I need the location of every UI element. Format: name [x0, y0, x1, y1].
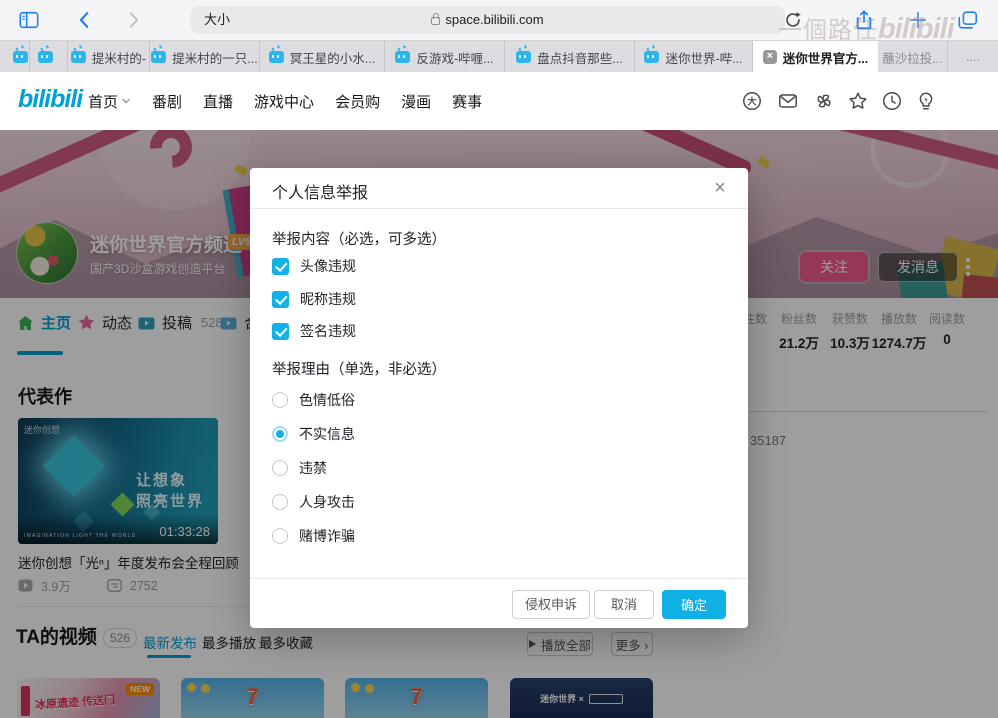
radio-icon[interactable]	[272, 494, 288, 510]
browser-tab-active[interactable]: × 迷你世界官方...	[753, 41, 878, 73]
nav-link-vip-shop[interactable]: 会员购	[335, 91, 380, 112]
browser-tab[interactable]: 反游戏-哔喱...	[385, 41, 505, 73]
report-content-label: 举报内容（必选，可多选）	[272, 232, 446, 248]
browser-tab[interactable]: 冥王星的小水...	[260, 41, 385, 73]
history-clock-icon[interactable]	[881, 90, 903, 112]
nav-link-home[interactable]: 首页	[88, 91, 131, 112]
bilibili-favicon-icon	[13, 51, 28, 63]
bilibili-logo[interactable]: bilibili	[18, 85, 83, 114]
dynamics-pinwheel-icon[interactable]	[813, 90, 835, 112]
bilibili-favicon-icon	[644, 51, 660, 63]
bilibili-favicon-icon	[70, 51, 86, 63]
checkbox-avatar-violation[interactable]: 头像违规	[272, 256, 356, 276]
nav-link-game-center[interactable]: 游戏中心	[254, 91, 314, 112]
radio-selected-icon[interactable]	[272, 426, 288, 442]
sidebar-icon[interactable]	[18, 9, 40, 31]
browser-toolbar: 大小 space.bilibili.com	[0, 0, 998, 40]
radio-porn-vulgar[interactable]: 色情低俗	[272, 390, 355, 410]
forward-icon[interactable]	[122, 9, 144, 31]
browser-tab[interactable]: 蘸沙拉投...	[878, 41, 948, 73]
checkbox-checked-icon[interactable]	[272, 290, 289, 308]
bilibili-favicon-icon	[395, 51, 411, 63]
modal-footer-divider	[250, 578, 748, 579]
reload-icon[interactable]	[782, 9, 804, 31]
url-bar[interactable]: 大小 space.bilibili.com	[190, 6, 785, 34]
favorites-star-icon[interactable]	[847, 90, 869, 112]
browser-tab[interactable]: 盘点抖音那些...	[505, 41, 635, 73]
radio-prohibited[interactable]: 违禁	[272, 458, 327, 478]
url-text: space.bilibili.com	[190, 12, 785, 28]
nav-link-manga[interactable]: 漫画	[401, 91, 431, 112]
radio-false-information[interactable]: 不实信息	[272, 424, 355, 444]
close-tab-icon[interactable]: ×	[762, 50, 777, 64]
browser-tab-partial[interactable]	[0, 41, 30, 73]
lock-icon	[431, 13, 441, 25]
browser-tab[interactable]: 提米村的一只...	[150, 41, 260, 73]
bilibili-favicon-icon	[268, 51, 284, 63]
nav-link-bangumi[interactable]: 番剧	[152, 91, 182, 112]
radio-icon[interactable]	[272, 460, 288, 476]
nav-link-live[interactable]: 直播	[203, 91, 233, 112]
navbar-links: 首页 番剧 直播 游戏中心 会员购 漫画 赛事	[88, 72, 482, 130]
copyright-appeal-button[interactable]: 侵权申诉	[512, 590, 590, 619]
modal-header: 个人信息举报 ×	[250, 168, 748, 209]
radio-icon[interactable]	[272, 392, 288, 408]
radio-personal-attack[interactable]: 人身攻击	[272, 492, 355, 512]
browser-tab-icononly[interactable]	[30, 41, 68, 73]
chevron-down-icon	[122, 98, 130, 104]
svg-text:大: 大	[747, 96, 757, 107]
confirm-button[interactable]: 确定	[662, 590, 726, 619]
radio-icon[interactable]	[272, 528, 288, 544]
modal-title: 个人信息举报	[272, 185, 369, 202]
close-icon[interactable]: ×	[708, 176, 732, 200]
report-reason-label: 举报理由（单选，非必选）	[272, 362, 446, 378]
checkbox-checked-icon[interactable]	[272, 257, 289, 275]
radio-gambling-fraud[interactable]: 赌博诈骗	[272, 526, 355, 546]
checkbox-signature-violation[interactable]: 签名违规	[272, 321, 356, 341]
checkbox-nickname-violation[interactable]: 昵称违规	[272, 289, 356, 309]
browser-tab-strip: 提米村的- 提米村的一只... 冥王星的小水... 反游戏-哔喱... 盘点抖音…	[0, 40, 998, 73]
browser-tab[interactable]: 提米村的-	[68, 41, 150, 73]
back-icon[interactable]	[74, 9, 96, 31]
cancel-button[interactable]: 取消	[594, 590, 654, 619]
browser-tab[interactable]: 迷你世界-哔...	[635, 41, 753, 73]
new-tab-icon[interactable]	[907, 9, 929, 31]
creative-bulb-icon[interactable]	[915, 90, 937, 112]
mail-icon[interactable]	[777, 90, 799, 112]
bilibili-favicon-icon	[38, 51, 53, 63]
bilibili-favicon-icon	[516, 51, 532, 63]
tabs-overview-icon[interactable]	[957, 9, 979, 31]
nav-link-esports[interactable]: 赛事	[452, 91, 482, 112]
report-modal: 个人信息举报 × 举报内容（必选，可多选） 头像违规 昵称违规 签名违规 举报理…	[250, 168, 748, 628]
share-icon[interactable]	[853, 9, 875, 31]
browser-tab[interactable]: ....	[948, 41, 998, 73]
bilibili-favicon-icon	[151, 51, 167, 63]
checkbox-checked-icon[interactable]	[272, 322, 289, 340]
bilibili-navbar: bilibili 首页 番剧 直播 游戏中心 会员购 漫画 赛事 大	[0, 72, 998, 189]
vip-icon[interactable]: 大	[741, 90, 763, 112]
